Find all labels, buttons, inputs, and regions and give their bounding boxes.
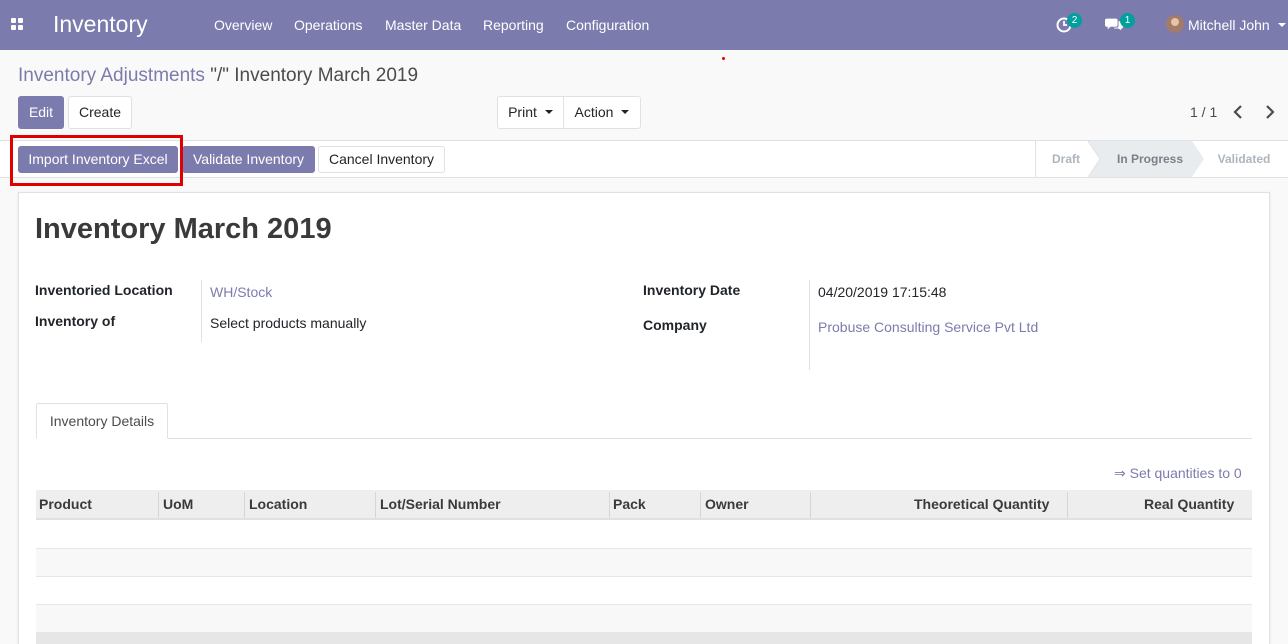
column-separator: [700, 492, 701, 518]
top-navbar: Inventory Overview Operations Master Dat…: [0, 0, 1288, 50]
breadcrumb-separator: "/": [210, 65, 229, 86]
column-location[interactable]: Location: [249, 496, 307, 512]
column-separator: [810, 492, 811, 518]
table-footer: [36, 632, 1252, 644]
messages-badge: 1: [1120, 13, 1135, 28]
stage-in-progress[interactable]: In Progress: [1100, 141, 1200, 177]
marker-dot: [722, 57, 725, 60]
edit-button[interactable]: Edit: [18, 96, 64, 129]
field-value-location[interactable]: WH/Stock: [210, 284, 272, 300]
chevron-right-icon[interactable]: [1260, 103, 1278, 121]
print-dropdown[interactable]: Print: [497, 96, 564, 129]
tab-underline: [36, 438, 1252, 439]
pager-value[interactable]: 1 / 1: [1190, 104, 1217, 120]
user-menu-name[interactable]: Mitchell John: [1188, 17, 1270, 33]
column-separator: [609, 492, 610, 518]
stage-validated[interactable]: Validated: [1206, 141, 1282, 177]
field-separator: [809, 280, 810, 370]
field-separator: [201, 280, 202, 342]
breadcrumb: Inventory Adjustments "/" Inventory Marc…: [18, 65, 418, 87]
field-value-date: 04/20/2019 17:15:48: [818, 284, 947, 300]
user-avatar[interactable]: [1166, 15, 1184, 33]
cancel-inventory-button[interactable]: Cancel Inventory: [318, 146, 445, 173]
chevron-down-icon: [544, 110, 553, 115]
menu-reporting[interactable]: Reporting: [483, 17, 544, 33]
validate-inventory-button[interactable]: Validate Inventory: [182, 146, 315, 173]
field-value-inventory-of: Select products manually: [210, 315, 367, 331]
chevron-down-icon[interactable]: [1278, 23, 1286, 27]
field-value-company[interactable]: Probuse Consulting Service Pvt Ltd: [818, 319, 1038, 335]
breadcrumb-current: Inventory March 2019: [234, 65, 419, 86]
action-dropdown[interactable]: Action: [563, 96, 641, 129]
table-row: [36, 577, 1252, 605]
menu-configuration[interactable]: Configuration: [566, 17, 649, 33]
create-button[interactable]: Create: [68, 96, 132, 129]
column-pack[interactable]: Pack: [613, 496, 646, 512]
apps-grid-icon[interactable]: [11, 18, 24, 31]
field-label-location: Inventoried Location: [35, 282, 173, 298]
activity-badge: 2: [1067, 13, 1082, 28]
column-separator: [375, 492, 376, 518]
column-separator: [244, 492, 245, 518]
action-label: Action: [574, 104, 614, 120]
column-real-quantity[interactable]: Real Quantity: [1144, 496, 1234, 512]
column-owner[interactable]: Owner: [705, 496, 749, 512]
highlight-box: [10, 135, 183, 186]
page-title: Inventory March 2019: [35, 213, 332, 245]
menu-master-data[interactable]: Master Data: [385, 17, 461, 33]
chevron-down-icon: [621, 110, 630, 115]
column-separator: [1067, 492, 1068, 518]
column-separator: [158, 492, 159, 518]
table-row: [36, 521, 1252, 549]
app-title[interactable]: Inventory: [53, 11, 148, 38]
menu-overview[interactable]: Overview: [214, 17, 272, 33]
set-quantities-link[interactable]: ⇒ Set quantities to 0: [1114, 465, 1242, 482]
table-row: [36, 605, 1252, 633]
field-label-inventory-of: Inventory of: [35, 313, 116, 329]
tab-inventory-details[interactable]: Inventory Details: [36, 403, 168, 439]
column-uom[interactable]: UoM: [163, 496, 193, 512]
table-row: [36, 549, 1252, 577]
field-label-company: Company: [643, 317, 707, 333]
breadcrumb-parent[interactable]: Inventory Adjustments: [18, 65, 205, 86]
column-theoretical-quantity[interactable]: Theoretical Quantity: [914, 496, 1049, 512]
column-product[interactable]: Product: [39, 496, 92, 512]
print-label: Print: [508, 104, 537, 120]
chevron-left-icon[interactable]: [1230, 103, 1248, 121]
field-label-date: Inventory Date: [643, 282, 741, 298]
stage-draft[interactable]: Draft: [1036, 141, 1096, 177]
menu-operations[interactable]: Operations: [294, 17, 362, 33]
column-lot-serial[interactable]: Lot/Serial Number: [380, 496, 501, 512]
